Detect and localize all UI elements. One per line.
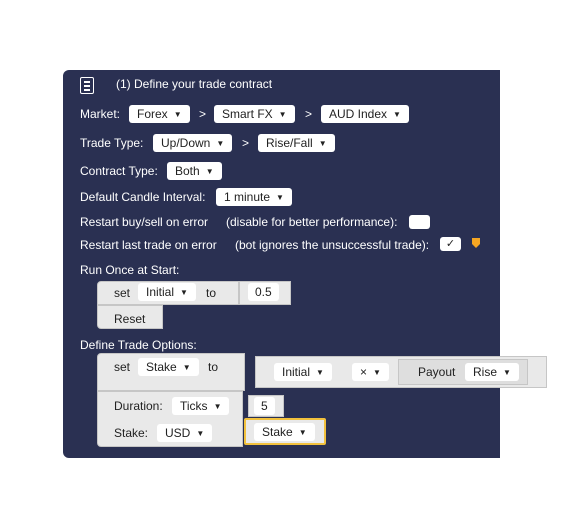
caret-down-icon: ▼ bbox=[278, 110, 287, 119]
operator-dropdown[interactable]: × ▼ bbox=[352, 363, 389, 381]
to-label: to bbox=[206, 286, 217, 300]
initial-operand-dropdown[interactable]: Initial ▼ bbox=[274, 363, 332, 381]
trade-type-value: Rise/Fall bbox=[266, 136, 313, 150]
caret-down-icon: ▼ bbox=[216, 139, 225, 148]
payout-type-dropdown[interactable]: Rise ▼ bbox=[465, 363, 519, 381]
symbol-dropdown[interactable]: AUD Index ▼ bbox=[321, 105, 409, 123]
currency-dropdown[interactable]: USD ▼ bbox=[157, 424, 213, 442]
restart-error-hint: (disable for better performance): bbox=[226, 215, 398, 229]
market-dropdown[interactable]: Forex ▼ bbox=[129, 105, 190, 123]
candle-interval-label: Default Candle Interval: bbox=[80, 190, 206, 204]
to-label: to bbox=[208, 360, 219, 374]
caret-down-icon: ▼ bbox=[393, 110, 401, 119]
trade-type-label: Trade Type: bbox=[80, 136, 144, 150]
restart-error-checkbox[interactable] bbox=[409, 215, 430, 229]
restart-last-label: Restart last trade on error bbox=[80, 238, 217, 252]
caret-down-icon: ▼ bbox=[196, 429, 205, 438]
initial-variable-value: Initial bbox=[146, 285, 175, 299]
set-label: set bbox=[114, 360, 131, 374]
candle-interval-value: 1 minute bbox=[224, 190, 271, 204]
separator: > bbox=[305, 107, 313, 121]
stake-getter-dropdown[interactable]: Stake ▼ bbox=[254, 423, 315, 441]
submarket-dropdown[interactable]: Smart FX ▼ bbox=[214, 105, 295, 123]
caret-down-icon: ▼ bbox=[173, 110, 182, 119]
separator: > bbox=[242, 136, 250, 150]
contract-type-label: Contract Type: bbox=[80, 164, 158, 178]
currency-value: USD bbox=[165, 426, 191, 440]
caret-down-icon: ▼ bbox=[180, 288, 188, 297]
contract-type-dropdown[interactable]: Both ▼ bbox=[167, 162, 222, 180]
separator: > bbox=[199, 107, 207, 121]
candle-interval-dropdown[interactable]: 1 minute ▼ bbox=[216, 188, 292, 206]
stake-variable-dropdown[interactable]: Stake ▼ bbox=[138, 358, 199, 376]
stake-getter-value: Stake bbox=[262, 425, 293, 439]
caret-down-icon: ▼ bbox=[316, 368, 324, 377]
caret-down-icon: ▼ bbox=[182, 363, 191, 372]
market-value: Forex bbox=[137, 107, 168, 121]
duration-label: Duration: bbox=[114, 399, 163, 413]
set-label: set bbox=[114, 286, 131, 300]
duration-unit-value: Ticks bbox=[180, 399, 208, 413]
initial-variable-dropdown[interactable]: Initial ▼ bbox=[138, 283, 196, 301]
caret-down-icon: ▼ bbox=[276, 193, 284, 202]
caret-down-icon: ▼ bbox=[205, 167, 214, 176]
submarket-value: Smart FX bbox=[222, 107, 273, 121]
document-icon bbox=[80, 77, 94, 94]
trade-category-dropdown[interactable]: Up/Down ▼ bbox=[153, 134, 233, 152]
restart-last-hint: (bot ignores the unsuccessful trade): bbox=[235, 238, 430, 252]
duration-value-input[interactable]: 5 bbox=[254, 397, 275, 415]
run-once-label: Run Once at Start: bbox=[80, 263, 180, 277]
operator-value: × bbox=[360, 365, 368, 379]
reset-label: Reset bbox=[114, 312, 146, 326]
payout-label: Payout bbox=[418, 365, 456, 379]
caret-down-icon: ▼ bbox=[318, 139, 327, 148]
stake-variable-value: Stake bbox=[146, 360, 177, 374]
restart-error-label: Restart buy/sell on error bbox=[80, 215, 209, 229]
caret-down-icon: ▼ bbox=[213, 402, 222, 411]
caret-down-icon: ▼ bbox=[298, 428, 307, 437]
trade-category-value: Up/Down bbox=[161, 136, 211, 150]
initial-operand-value: Initial bbox=[282, 365, 311, 379]
trade-type-dropdown[interactable]: Rise/Fall ▼ bbox=[258, 134, 335, 152]
duration-unit-dropdown[interactable]: Ticks ▼ bbox=[172, 397, 230, 415]
payout-type-value: Rise bbox=[473, 365, 498, 379]
symbol-value: AUD Index bbox=[329, 107, 388, 121]
caret-down-icon: ▼ bbox=[503, 368, 511, 377]
restart-last-checkbox[interactable]: ✓ bbox=[440, 237, 461, 251]
trade-options-label: Define Trade Options: bbox=[80, 338, 197, 352]
initial-value-input[interactable]: 0.5 bbox=[248, 283, 279, 301]
stake-label: Stake: bbox=[114, 426, 149, 440]
market-label: Market: bbox=[80, 107, 121, 121]
caret-down-icon: ▼ bbox=[373, 368, 381, 377]
block-title: (1) Define your trade contract bbox=[116, 77, 273, 91]
contract-type-value: Both bbox=[175, 164, 200, 178]
